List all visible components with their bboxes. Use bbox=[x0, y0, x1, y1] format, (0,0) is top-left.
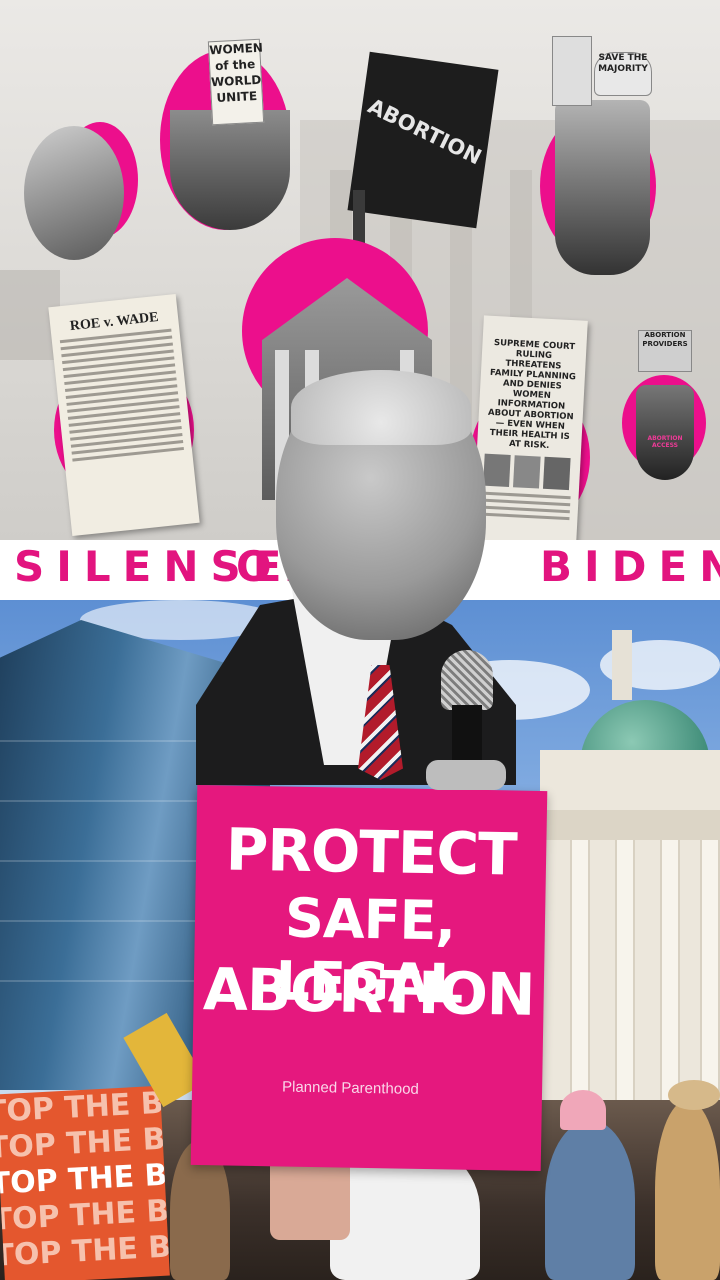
women-unite-sign: WOMEN of the WORLD UNITE bbox=[207, 38, 265, 126]
handwritten-sign bbox=[552, 36, 592, 106]
archival-photo-provider: ABORTION ACCESS bbox=[636, 385, 694, 480]
shirt-text: ABORTION ACCESS bbox=[647, 435, 683, 449]
title-word-biden: BIDEN bbox=[540, 542, 720, 591]
sign-line-1: PROTECT bbox=[225, 815, 518, 889]
abortion-providers-sign: ABORTION PROVIDERS bbox=[638, 330, 692, 372]
flag-text: ABORTION bbox=[364, 93, 486, 170]
protester bbox=[545, 1120, 635, 1280]
save-majority-sign: SAVE THE MAJORITY bbox=[594, 52, 652, 96]
sign-line-3: ABORTION bbox=[202, 955, 536, 1029]
straw-hat bbox=[668, 1080, 720, 1110]
biden-cutout bbox=[196, 370, 526, 790]
hair bbox=[291, 370, 471, 445]
microphone-icon bbox=[441, 650, 493, 710]
archival-photo-protesters bbox=[555, 100, 650, 275]
dome-lantern bbox=[612, 630, 632, 700]
archival-photo-prams bbox=[24, 126, 124, 260]
hand bbox=[426, 760, 506, 790]
planned-parenthood-logo: Planned Parenthood bbox=[281, 1078, 419, 1098]
roe-v-wade-document: ROE v. WADE bbox=[48, 293, 200, 537]
abortion-flag: ABORTION bbox=[347, 51, 499, 229]
archival-photo-march bbox=[170, 110, 290, 230]
stop-the-bans-sign: TOP THE BANS TOP THE BANS TOP THE BANS T… bbox=[0, 1085, 170, 1280]
protester bbox=[655, 1100, 720, 1280]
pink-hat bbox=[560, 1090, 606, 1130]
protect-abortion-sign: PROTECT SAFE, LEGAL ABORTION Planned Par… bbox=[190, 784, 548, 1172]
